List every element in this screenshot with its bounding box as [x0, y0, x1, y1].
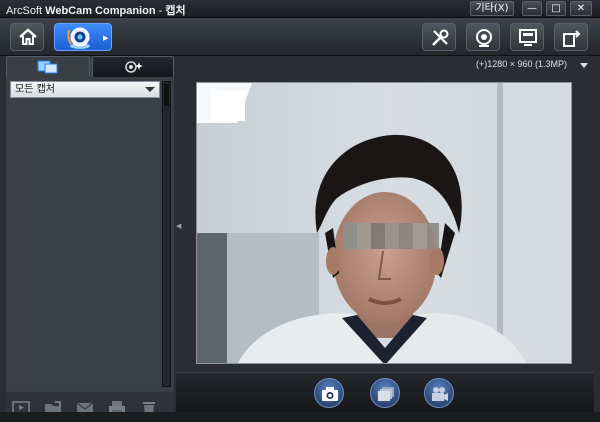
burst-capture-icon — [378, 387, 394, 401]
camera-settings-icon — [476, 29, 492, 47]
resolution-selector[interactable]: (+)1280 × 960 (1.3MP) — [476, 59, 567, 69]
record-video-button[interactable] — [424, 378, 454, 408]
minimize-button[interactable]: — — [522, 1, 542, 16]
export-icon — [563, 30, 581, 47]
main-toolbar: ▶ — [0, 18, 600, 56]
take-photo-button[interactable] — [314, 378, 344, 408]
tab-captures[interactable] — [6, 56, 90, 77]
scrollbar-thumb[interactable] — [164, 84, 169, 106]
capture-list[interactable] — [10, 99, 160, 387]
captures-sidebar: 모든 캡처 — [6, 56, 174, 422]
capture-filter-value: 모든 캡처 — [15, 84, 55, 95]
etc-menu-button[interactable]: 기타(X) — [470, 1, 514, 16]
tools-icon — [432, 29, 449, 46]
page-name: 캡처 — [165, 5, 186, 17]
export-button[interactable] — [554, 23, 588, 51]
capture-controls — [176, 372, 594, 412]
collapse-sidebar-arrow-icon[interactable]: ◀ — [176, 222, 181, 230]
app-name-main: WebCam Companion — [45, 5, 156, 17]
capture-filter-dropdown[interactable]: 모든 캡처 — [10, 81, 160, 98]
home-button[interactable] — [10, 23, 44, 51]
app-name-prefix: ArcSoft — [6, 5, 43, 17]
chevron-down-icon — [145, 87, 155, 92]
tab-effects[interactable] — [92, 56, 174, 77]
capture-list-scrollbar[interactable] — [162, 81, 171, 387]
webcam-mode-button[interactable]: ▶ — [54, 23, 112, 51]
webcam-icon — [67, 27, 90, 49]
home-icon — [19, 28, 37, 45]
photo-capture-icon — [322, 387, 338, 401]
webcam-live-image — [197, 83, 571, 363]
title-separator: - — [155, 5, 166, 17]
burst-capture-button[interactable] — [370, 378, 400, 408]
title-bar: ArcSoft WebCam Companion - 캡처 기타(X) — □ … — [0, 0, 600, 18]
video-record-icon — [432, 387, 448, 401]
display-button[interactable] — [510, 23, 544, 51]
status-bar — [0, 412, 600, 422]
maximize-button[interactable]: □ — [546, 1, 566, 16]
webcam-preview — [196, 82, 572, 364]
captures-icon — [37, 60, 58, 74]
tools-button[interactable] — [422, 23, 456, 51]
resolution-dropdown-arrow-icon[interactable] — [580, 63, 588, 68]
display-icon — [519, 29, 537, 46]
effects-icon — [125, 61, 143, 73]
window-title: ArcSoft WebCam Companion - 캡처 — [6, 2, 186, 18]
webcam-dropdown-arrow-icon: ▶ — [103, 34, 109, 42]
close-button[interactable]: ✕ — [570, 1, 592, 16]
camera-settings-button[interactable] — [466, 23, 500, 51]
